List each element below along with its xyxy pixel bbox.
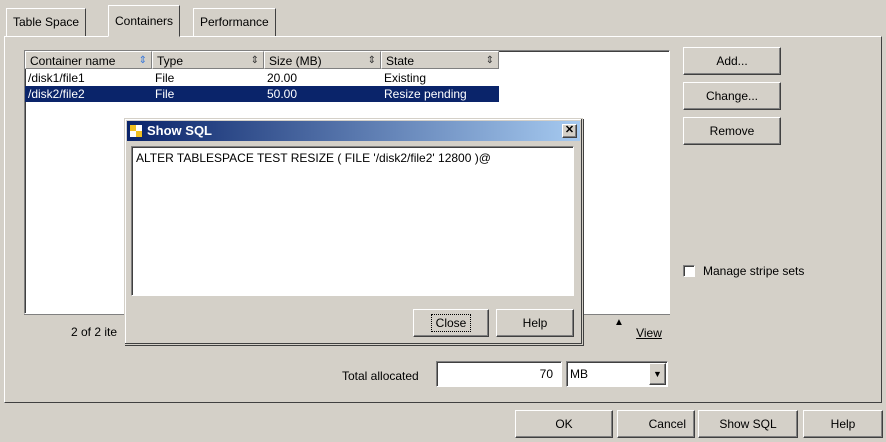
cell-type: File: [155, 71, 175, 85]
ok-button[interactable]: OK: [515, 410, 613, 438]
column-header-container-name[interactable]: Container name ⇕: [25, 51, 152, 69]
remove-button-label: Remove: [709, 124, 755, 138]
dropdown-arrow-icon[interactable]: ▼: [649, 363, 666, 385]
change-button[interactable]: Change...: [683, 82, 781, 110]
dialog-close-button[interactable]: Close: [413, 309, 489, 337]
column-header-label: State: [386, 54, 415, 68]
cell-type: File: [152, 86, 264, 102]
change-button-label: Change...: [705, 89, 759, 103]
cell-state: Existing: [384, 71, 427, 85]
dialog-title: Show SQL: [147, 123, 212, 138]
app-icon: [130, 125, 142, 137]
column-header-state[interactable]: State ⇕: [381, 51, 499, 69]
tab-containers[interactable]: Containers: [108, 5, 181, 37]
dialog-close-label: Close: [430, 314, 472, 332]
cell-size: 50.00: [264, 86, 381, 102]
sql-statement: ALTER TABLESPACE TEST RESIZE ( FILE '/di…: [136, 151, 491, 165]
show-sql-dialog: Show SQL ✕ ALTER TABLESPACE TEST RESIZE …: [124, 118, 583, 345]
sort-icon: ⇕: [485, 55, 494, 66]
tab-performance[interactable]: Performance: [193, 8, 276, 36]
help-button[interactable]: Help: [803, 410, 883, 438]
cell-state: Resize pending: [381, 86, 499, 102]
show-sql-button-label: Show SQL: [719, 417, 777, 431]
unit-select-value: MB: [570, 367, 588, 381]
manage-stripe-sets-checkbox[interactable]: [683, 265, 695, 277]
cell-size: 20.00: [267, 71, 298, 85]
sort-icon: ⇕: [138, 55, 147, 66]
column-header-type[interactable]: Type ⇕: [152, 51, 264, 69]
cell-container-name: /disk2/file2: [25, 86, 152, 102]
view-button[interactable]: View: [630, 319, 668, 347]
tab-table-space[interactable]: Table Space: [6, 8, 87, 36]
show-sql-button[interactable]: Show SQL: [698, 410, 798, 438]
ok-button-label: OK: [555, 417, 573, 431]
column-header-label: Size (MB): [269, 54, 322, 68]
cancel-button[interactable]: Cancel: [617, 410, 695, 438]
dialog-title-bar[interactable]: Show SQL ✕: [127, 121, 580, 141]
sql-text-area[interactable]: ALTER TABLESPACE TEST RESIZE ( FILE '/di…: [131, 146, 574, 296]
remove-button[interactable]: Remove: [683, 117, 781, 145]
sort-icon: ⇕: [250, 55, 259, 66]
column-header-label: Type: [157, 54, 184, 68]
total-allocated-label: Total allocated: [342, 369, 419, 383]
close-icon[interactable]: ✕: [562, 124, 577, 138]
dialog-help-button[interactable]: Help: [496, 309, 574, 337]
row-count-label: 2 of 2 ite: [71, 325, 118, 339]
sort-icon: ⇕: [367, 55, 376, 66]
view-label: View: [636, 326, 662, 340]
column-header-label: Container name: [30, 54, 116, 68]
manage-stripe-sets-label[interactable]: Manage stripe sets: [703, 264, 804, 278]
help-button-label: Help: [830, 417, 856, 431]
total-allocated-value: 70: [539, 367, 553, 381]
total-allocated-field[interactable]: 70: [436, 361, 562, 387]
unit-select[interactable]: MB ▼: [566, 361, 668, 387]
add-button-label: Add...: [716, 54, 748, 68]
column-header-size[interactable]: Size (MB) ⇕: [264, 51, 381, 69]
dialog-help-label: Help: [522, 316, 548, 330]
scroll-up-arrow-icon[interactable]: ▲: [614, 317, 624, 328]
add-button[interactable]: Add...: [683, 47, 781, 75]
cancel-button-label: Cancel: [648, 417, 686, 431]
cell-container-name: /disk1/file1: [28, 71, 85, 85]
